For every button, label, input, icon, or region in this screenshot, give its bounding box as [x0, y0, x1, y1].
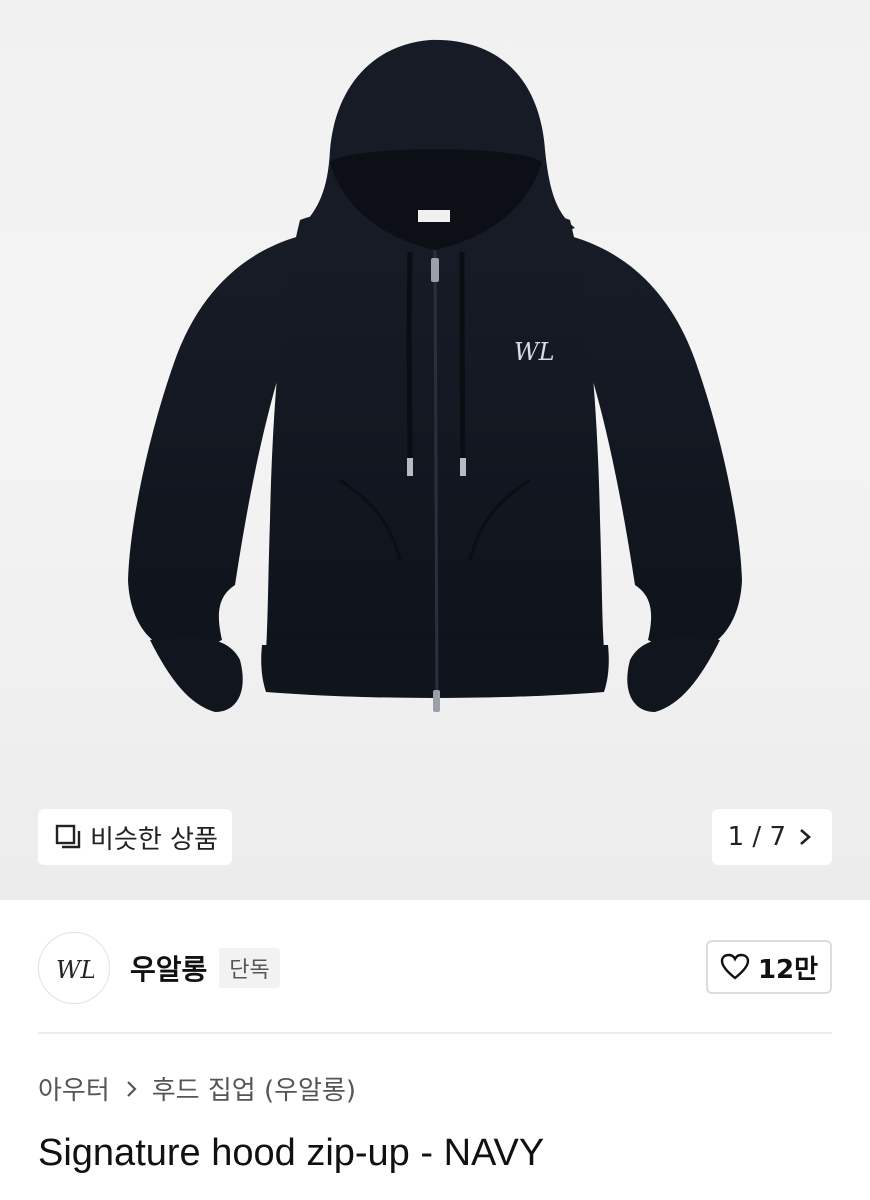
brand-logo[interactable]: WL — [38, 932, 110, 1004]
product-photo-hoodie: WL — [128, 39, 742, 713]
brand-name[interactable]: 우알롱 — [130, 948, 207, 988]
like-button[interactable]: 12만 — [706, 940, 832, 994]
similar-products-button[interactable]: 비슷한 상품 — [38, 809, 232, 865]
product-image-gallery[interactable]: WL 비슷한 상품 1 / 7 — [0, 0, 870, 900]
chevron-right-icon — [794, 826, 816, 848]
brand-row: WL 우알롱 단독 12만 — [38, 930, 832, 1006]
divider — [38, 1032, 832, 1034]
brand-logo-text: WL — [56, 956, 94, 984]
image-pager-count: 1 / 7 — [727, 822, 786, 852]
heart-icon — [720, 953, 750, 981]
image-pager-button[interactable]: 1 / 7 — [711, 809, 832, 865]
breadcrumb: 아우터 후드 집업 (우알롱) — [38, 1070, 356, 1107]
copy-icon — [54, 823, 82, 851]
breadcrumb-item-outer[interactable]: 아우터 — [38, 1070, 110, 1107]
similar-products-label: 비슷한 상품 — [90, 824, 218, 855]
svg-text:WL: WL — [514, 338, 555, 366]
exclusive-badge: 단독 — [219, 948, 280, 988]
chevron-right-icon — [122, 1079, 142, 1099]
like-count: 12만 — [757, 954, 819, 985]
product-title: Signature hood zip-up - NAVY — [38, 1132, 545, 1174]
breadcrumb-item-hood-zipup[interactable]: 후드 집업 (우알롱) — [152, 1070, 356, 1107]
